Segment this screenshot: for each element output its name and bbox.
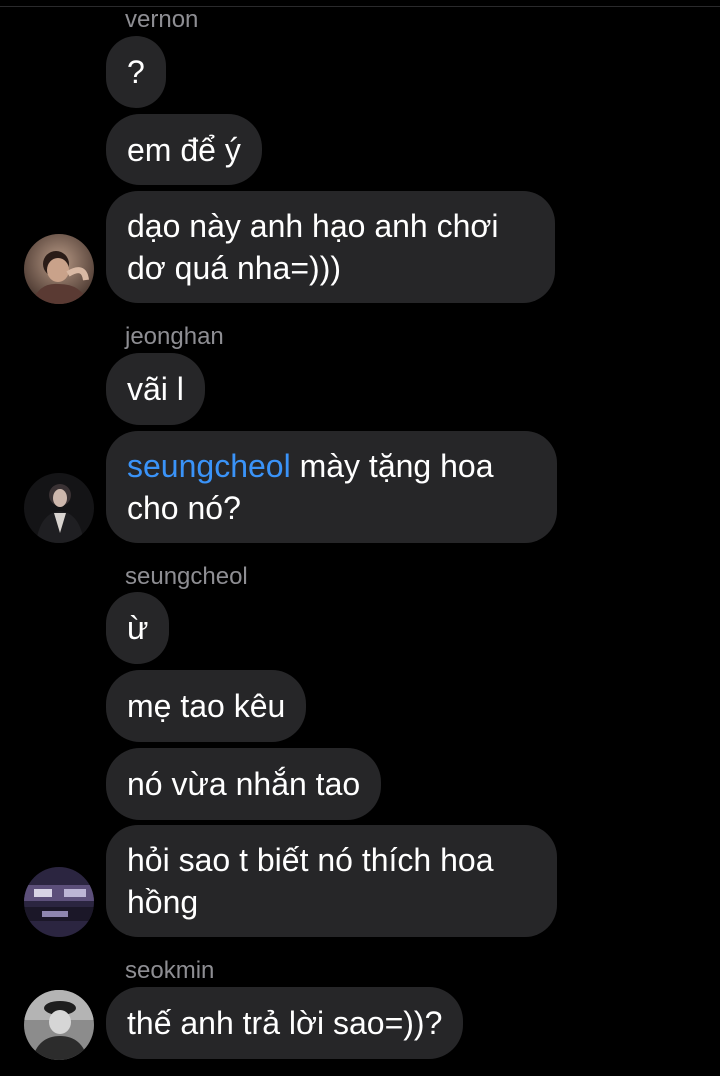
avatar-photo-icon	[24, 990, 94, 1060]
message-text-line: hồng	[127, 884, 199, 920]
mention-link[interactable]: seungcheol	[127, 448, 291, 484]
message-text: nó vừa nhắn tao	[127, 766, 361, 802]
message-text: ?	[127, 54, 145, 90]
message-text: mày tặng hoa	[290, 448, 494, 484]
message-text: thế anh trả lời sao=))?	[127, 1005, 443, 1041]
message-bubble[interactable]: vãi l	[106, 353, 205, 425]
message-text-line: hỏi sao t biết nó thích hoa	[127, 842, 494, 878]
message-text-line: dơ quá nha=)))	[127, 250, 341, 286]
message-text-line: cho nó?	[127, 490, 241, 526]
avatar-seokmin[interactable]	[24, 990, 94, 1060]
sender-name-vernon: vernon	[125, 6, 199, 33]
message-bubble[interactable]: ?	[106, 36, 166, 108]
message-bubble[interactable]: hỏi sao t biết nó thích hoa hồng	[106, 825, 557, 937]
message-bubble[interactable]: mẹ tao kêu	[106, 670, 307, 742]
message-text: mẹ tao kêu	[127, 688, 286, 724]
message-text-line: dạo này anh hạo anh chơi	[127, 208, 499, 244]
avatar-photo-icon	[24, 473, 94, 543]
avatar-photo-icon	[24, 867, 94, 937]
avatar-seungcheol[interactable]	[24, 867, 94, 937]
message-bubble[interactable]: ừ	[106, 592, 170, 664]
sender-name-seokmin: seokmin	[125, 957, 215, 984]
sender-name-jeonghan: jeonghan	[125, 323, 224, 350]
message-bubble-mention[interactable]: seungcheol mày tặng hoa cho nó?	[106, 431, 557, 543]
message-text: em để ý	[127, 131, 241, 168]
avatar-jeonghan[interactable]	[24, 473, 94, 543]
avatar-vernon[interactable]	[24, 234, 94, 304]
top-edge	[0, 0, 720, 7]
message-bubble[interactable]: em để ý	[106, 114, 262, 185]
message-text-line: seungcheol mày tặng hoa	[127, 445, 493, 487]
message-text: vãi l	[127, 371, 184, 407]
message-bubble[interactable]: dạo này anh hạo anh chơi dơ quá nha=)))	[106, 191, 555, 303]
sender-name-seungcheol: seungcheol	[125, 563, 248, 590]
message-bubble[interactable]: thế anh trả lời sao=))?	[106, 987, 464, 1059]
avatar-photo-icon	[24, 234, 94, 304]
message-bubble[interactable]: nó vừa nhắn tao	[106, 748, 382, 820]
message-text: ừ	[127, 610, 149, 646]
